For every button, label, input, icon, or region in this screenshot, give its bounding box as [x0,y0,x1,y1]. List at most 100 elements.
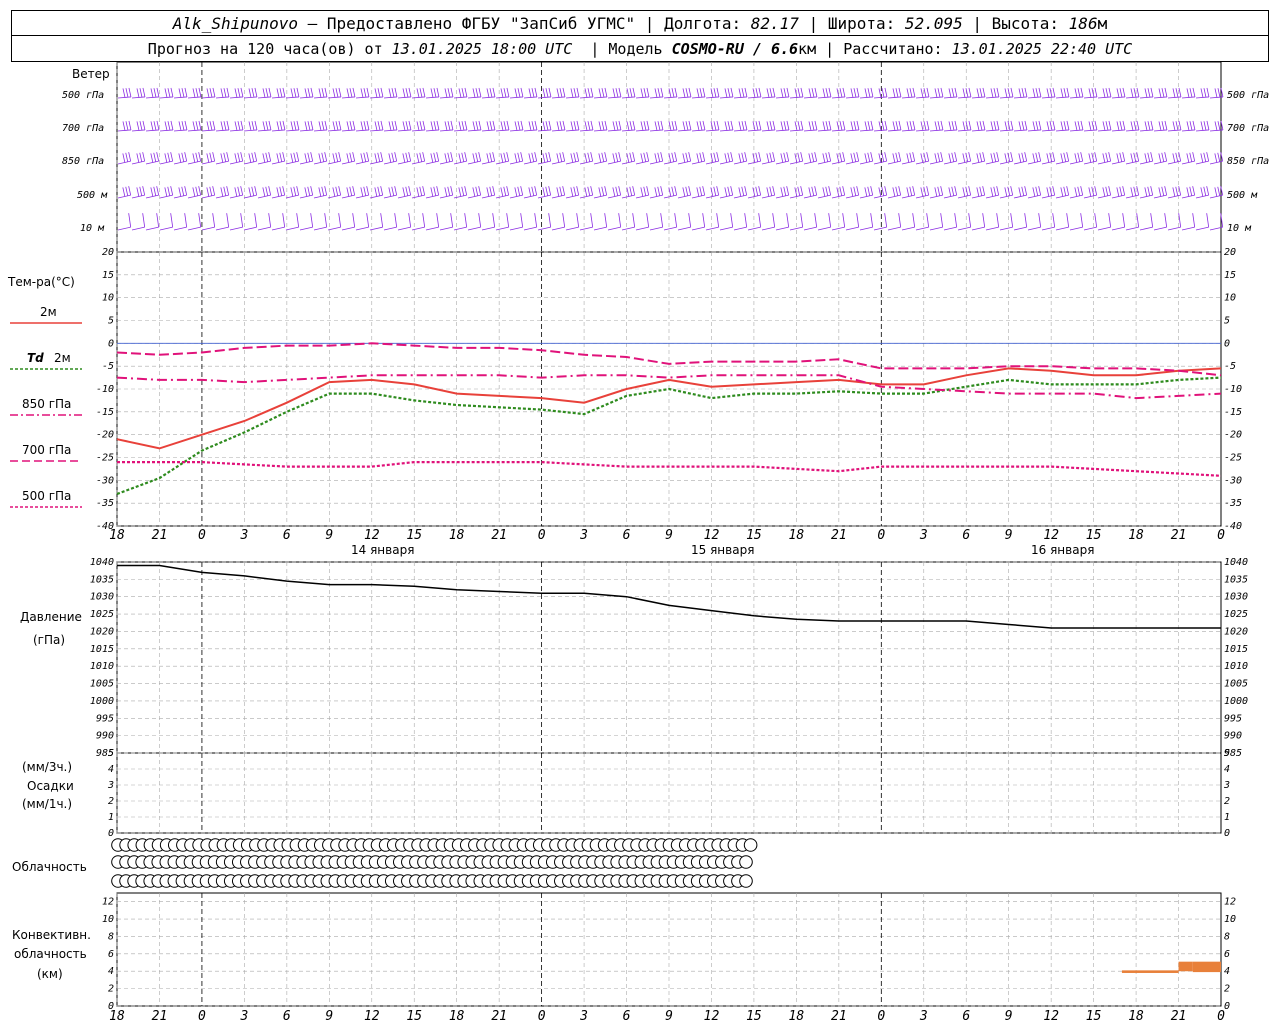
hour-tick-label: 21 [1171,528,1187,543]
wind-barb-feather [839,88,843,98]
wind-barb-feather [604,152,608,162]
hour-tick-label: 18 [449,528,465,543]
conv-tick-left: 6 [108,949,114,960]
wind-barb-feather [618,213,622,228]
hour-tick-label: 3 [239,528,248,543]
hour-tick-label-bottom: 0 [538,1009,546,1024]
wind-barb-shaft [593,96,607,99]
wind-barb-feather [912,186,916,196]
wind-barb-feather [601,121,605,131]
wind-barb-feather [1206,213,1210,228]
wind-barb-feather [1035,186,1039,196]
wind-barb-feather [394,186,398,196]
wind-barb-feather [167,152,171,162]
wind-barb-feather [156,87,160,98]
wind-barb-feather [590,87,594,98]
wind-barb-feather [531,186,535,196]
wind-barb-feather [1077,152,1081,162]
wind-barb-feather [584,88,588,98]
wind-barb-feather [1164,87,1168,98]
wind-barb-shaft [999,129,1013,132]
wind-barb-feather [436,152,440,162]
wind-barb-shaft [187,226,201,231]
wind-barb-feather [993,121,997,131]
conv-tick-right: 2 [1224,984,1230,995]
wind-barb-feather [1105,121,1109,131]
wind-barb-feather [657,186,661,196]
precip-tick-left: 1 [108,812,114,823]
wind-barb-shaft [1181,226,1195,231]
wind-barb-feather [156,186,160,196]
hour-tick-label-bottom: 9 [1005,1009,1013,1024]
wind-barb-feather [492,186,496,196]
wind-barb-feather [688,120,692,131]
wind-barb-shaft [551,129,565,132]
wind-barb-shaft [1055,96,1069,99]
wind-barb-shaft [1027,129,1041,132]
wind-barb-feather [335,121,339,131]
wind-barb-feather [321,152,325,162]
wind-barb-feather [475,121,479,131]
wind-barb-shaft [859,226,873,231]
wind-barb-shaft [439,226,453,231]
wind-barb-feather [934,187,938,197]
wind-barb-feather [198,87,202,98]
wind-barb-feather [430,88,434,98]
conv-unit: (км) [37,967,63,981]
wind-barb-feather [1203,88,1207,98]
wind-barb-feather [1189,88,1193,98]
hour-tick-label: 18 [109,528,125,543]
wind-barb-shaft [929,129,943,132]
pressure-tick-left: 1040 [90,557,114,568]
wind-barb-shaft [369,129,383,132]
wind-barb-feather [1172,153,1176,163]
wind-barb-feather [1094,152,1098,162]
wind-barb-shaft [271,96,285,99]
pressure-tick-right: 1005 [1224,679,1248,690]
wind-barb-feather [769,88,773,98]
wind-barb-feather [492,87,496,98]
wind-barb-feather [1136,120,1140,131]
wind-barb-shaft [397,129,411,132]
wind-barb-feather [1088,187,1092,197]
wind-barb-feather [797,152,801,162]
wind-barb-feather [657,152,661,162]
wind-barb-feather [478,87,482,98]
wind-barb-shaft [1125,226,1139,231]
wind-barb-feather [1189,186,1193,196]
temp-tick-left: -25 [96,453,114,464]
wind-barb-shaft [411,129,425,132]
wind-barb-shaft [999,226,1013,231]
precip-title: Осадки [27,779,74,793]
wind-barb-feather [262,187,266,197]
wind-barb-feather [822,153,826,163]
wind-barb-feather [1217,186,1221,196]
wind-barb-feather [1200,121,1204,131]
precip-tick-left: 3 [107,780,114,791]
wind-barb-feather [1032,121,1036,131]
wind-barb-feather [195,152,199,162]
wind-barb-feather [556,88,560,98]
wind-barb-feather [755,88,759,98]
wind-barb-feather [534,87,538,98]
wind-barb-feather [178,153,182,163]
wind-barb-feather [654,187,658,197]
wind-barb-feather [405,186,409,196]
wind-barb-feather [1186,88,1190,98]
wind-barb-feather [506,152,510,162]
wind-barb-feather [517,152,521,162]
wind-barb-shaft [1111,96,1125,99]
temp-tick-left: -35 [96,498,114,509]
temp-tick-left: -15 [96,407,114,418]
wind-barb-feather [458,88,462,98]
wind-barb-feather [934,153,938,163]
wind-barb-feather [671,186,675,196]
wind-barb-feather [276,88,280,98]
wind-barb-feather [332,153,336,163]
wind-barb-feather [142,186,146,196]
wind-barb-feather [220,121,224,131]
wind-barb-feather [450,213,454,228]
wind-barb-shaft [327,226,341,231]
wind-barb-feather [699,186,703,196]
wind-barb-feather [416,187,420,197]
